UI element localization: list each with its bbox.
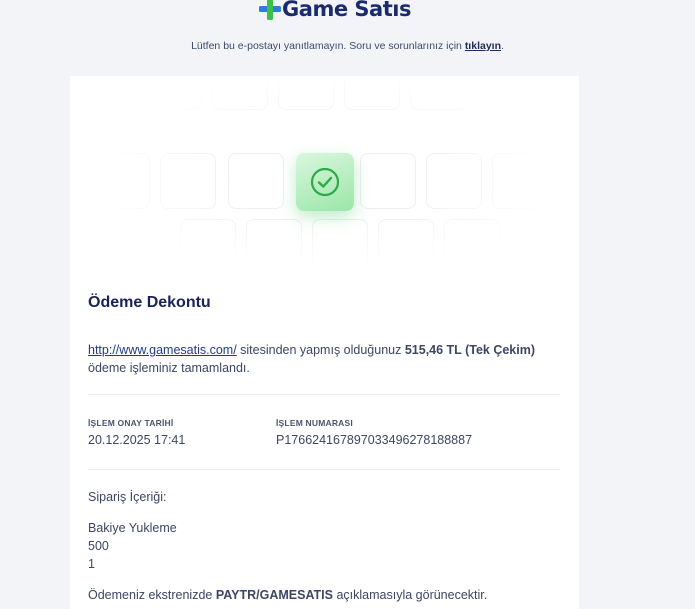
transaction-number-value: P176624167897033496278188887 [276,433,473,447]
hero-tile [344,76,400,110]
hero-tile [278,76,334,110]
hero-illustration [70,76,579,276]
site-link[interactable]: http://www.gamesatis.com/ [88,343,237,357]
hero-tile [312,219,368,275]
statement-part1: Ödemeniz ekstrenizde [88,588,216,602]
notice-text: Lütfen bu e-postayı yanıtlamayın. Soru v… [191,40,465,52]
approval-date-label: İŞLEM ONAY TARİHİ [88,418,174,428]
order-item-name: Bakiye Yukleme [88,521,177,535]
statement-note: Ödemeniz ekstrenizde PAYTR/GAMESATIS açı… [88,586,487,604]
logo-inner: Game Satıs [259,0,411,20]
support-link[interactable]: tıklayın [465,40,501,52]
approval-date-value: 20.12.2025 17:41 [88,433,186,447]
payment-amount: 515,46 TL (Tek Çekim) [404,343,535,357]
hero-tile [410,76,466,110]
page-title: Ödeme Dekontu [88,294,211,311]
hero-tile [426,153,482,209]
success-tile [296,153,354,211]
hero-tile [246,219,302,275]
hero-tile [160,153,216,209]
message-part1: sitesinden yapmış olduğunuz [236,343,405,357]
statement-brand: PAYTR/GAMESATIS [215,588,333,602]
logo[interactable]: Game Satıs [0,0,695,24]
plus-cross-icon [259,0,282,20]
divider [88,469,560,470]
order-contents-label: Sipariş İçeriği: [88,490,167,504]
hero-tile [378,219,434,275]
payment-message: http://www.gamesatis.com/ sitesinden yap… [88,341,558,377]
logo-text-game: Game [282,0,348,21]
receipt-card: Ödeme Dekontu http://www.gamesatis.com/ … [70,76,579,609]
hero-tile [444,219,500,275]
hero-tile [94,153,150,209]
hero-tile [180,219,236,275]
notice-suffix: . [501,40,504,52]
message-part2: ödeme işleminiz tamamlandı. [88,361,250,375]
hero-tile [146,76,202,110]
no-reply-notice: Lütfen bu e-postayı yanıtlamayın. Soru v… [0,40,695,52]
transaction-number-label: İŞLEM NUMARASI [276,418,353,428]
logo-text: Game Satıs [282,0,411,21]
check-circle-icon [310,167,340,197]
order-item-qty: 1 [88,557,95,571]
email-page: Game Satıs Lütfen bu e-postayı yanıtlama… [0,0,695,609]
logo-text-satis: Satıs [354,0,411,21]
order-item-amount: 500 [88,539,109,553]
hero-tile [212,76,268,110]
hero-tile [492,153,548,209]
statement-part2: açıklamasıyla görünecektir. [333,588,488,602]
divider [88,394,560,395]
hero-tile [360,153,416,209]
hero-tile [228,153,284,209]
